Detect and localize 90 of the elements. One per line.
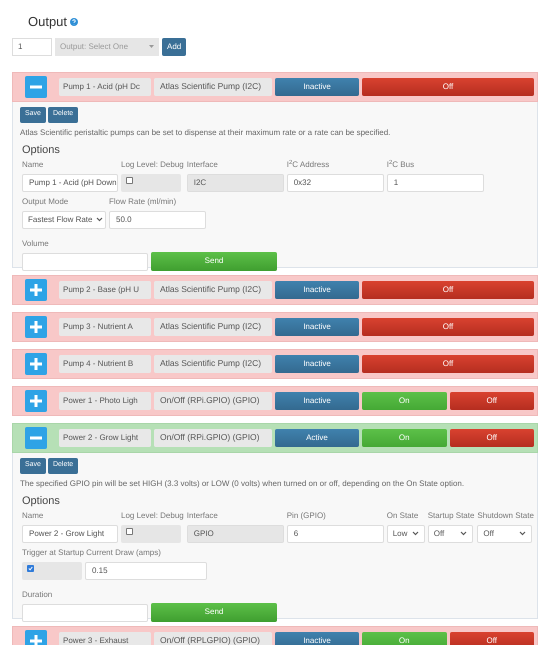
send-button[interactable]: Send bbox=[151, 252, 277, 270]
help-icon[interactable] bbox=[70, 18, 78, 26]
status-button[interactable]: Inactive bbox=[275, 354, 359, 372]
input-field[interactable]: 50.0 bbox=[109, 210, 206, 228]
plus-icon bbox=[29, 282, 43, 296]
name-field[interactable]: Pump 4 - Nutrient B bbox=[59, 354, 151, 372]
options-heading: Options bbox=[22, 494, 61, 508]
field-label: I$^{2}$C Address bbox=[286, 160, 330, 170]
off-button[interactable]: Off bbox=[450, 428, 534, 446]
input-field[interactable]: Pump 1 - Acid (pH Down bbox=[22, 174, 118, 192]
interface-field: GPIO bbox=[186, 524, 284, 542]
field-label: Name bbox=[22, 510, 44, 520]
type-field: On/Off (RPi.GPIO) (GPIO) bbox=[154, 392, 272, 410]
off-button[interactable]: Off bbox=[450, 392, 534, 410]
type-field: Atlas Scientific Pump (I2C) bbox=[154, 280, 272, 298]
type-field: Atlas Scientific Pump (I2C) bbox=[154, 354, 272, 372]
name-field[interactable]: Pump 1 - Acid (pH Dc bbox=[59, 78, 151, 96]
field-label: Pin (GPIO) bbox=[286, 510, 327, 520]
select-field[interactable]: Fastest Flow Rate bbox=[22, 210, 106, 228]
status-button[interactable]: Inactive bbox=[275, 280, 359, 298]
checkbox[interactable] bbox=[126, 528, 133, 534]
chevron-down-icon bbox=[460, 531, 467, 536]
field-label: On State bbox=[386, 510, 420, 520]
off-button[interactable]: Off bbox=[362, 318, 534, 336]
expand-button[interactable] bbox=[25, 278, 47, 300]
field-label: Interface bbox=[186, 160, 219, 170]
status-button[interactable]: Inactive bbox=[275, 632, 359, 645]
select-field[interactable]: Off bbox=[428, 524, 473, 542]
options-heading: Options bbox=[22, 144, 61, 156]
name-field[interactable]: Power 1 - Photo Ligh bbox=[59, 392, 151, 410]
plus-icon bbox=[29, 634, 43, 645]
field-label: Log Level: Debug bbox=[121, 160, 184, 170]
page-title: Output bbox=[28, 13, 68, 31]
interface-field: I2C bbox=[186, 174, 284, 192]
type-field: Atlas Scientific Pump (I2C) bbox=[154, 78, 272, 96]
description-text: The specified GPIO pin will be set HIGH (3.3 volts) or LOW (0 volts) when turned on or off, depending on the On State option. bbox=[20, 478, 466, 488]
expand-button[interactable] bbox=[25, 352, 47, 374]
expand-button[interactable] bbox=[25, 316, 47, 338]
field-label: Flow Rate (ml/min) bbox=[109, 196, 178, 206]
description-text: Atlas Scientific peristaltic pumps can be set to dispense at their maximum rate or a rate can be specified. bbox=[20, 128, 392, 138]
plus-icon bbox=[29, 356, 43, 370]
expand-button[interactable] bbox=[25, 630, 47, 645]
name-field[interactable]: Pump 2 - Base (pH U bbox=[59, 280, 151, 298]
field-label: I$^{2}$C Bus bbox=[386, 160, 416, 170]
status-button[interactable]: Inactive bbox=[275, 318, 359, 336]
type-field: Atlas Scientific Pump (I2C) bbox=[154, 318, 272, 336]
plus-icon bbox=[29, 320, 43, 334]
collapse-button[interactable] bbox=[25, 76, 47, 98]
collapse-button[interactable] bbox=[25, 426, 47, 448]
field-label: Trigger at Startup Current Draw (amps) bbox=[22, 548, 162, 558]
select-field[interactable]: Off bbox=[477, 524, 532, 542]
off-button[interactable]: Off bbox=[362, 354, 534, 372]
input-field[interactable]: Power 2 - Grow Light bbox=[22, 524, 118, 542]
field-label: Output Mode bbox=[22, 196, 70, 206]
name-field[interactable]: Power 2 - Grow Light bbox=[59, 428, 151, 446]
type-field: On/Off (RPi.GPIO) (GPIO) bbox=[154, 428, 272, 446]
chevron-down-icon bbox=[412, 531, 419, 536]
checkbox[interactable] bbox=[126, 176, 133, 184]
field-label: Interface bbox=[186, 510, 219, 520]
status-button[interactable]: Inactive bbox=[275, 392, 359, 410]
input-field[interactable] bbox=[22, 604, 148, 622]
expand-button[interactable] bbox=[25, 390, 47, 412]
plus-icon bbox=[29, 394, 43, 408]
select-field[interactable]: Low bbox=[386, 524, 425, 542]
input-field[interactable]: 6 bbox=[286, 524, 384, 542]
type-field: On/Off (RPLGPIO) (GPIO) bbox=[154, 632, 272, 645]
send-button[interactable]: Send bbox=[151, 602, 277, 622]
field-label: Log Level: Debug bbox=[121, 510, 184, 520]
field-label: Shutdown State bbox=[477, 510, 534, 520]
input-field[interactable]: 1 bbox=[386, 174, 484, 192]
field-label: Name bbox=[22, 160, 44, 170]
off-button[interactable]: Off bbox=[362, 78, 534, 96]
caret-icon bbox=[149, 45, 154, 48]
status-button[interactable]: Active bbox=[275, 428, 359, 446]
chevron-down-icon bbox=[519, 531, 526, 536]
off-button[interactable]: Off bbox=[450, 632, 534, 645]
field-label: Volume bbox=[22, 238, 50, 248]
input-field[interactable]: 0x32 bbox=[286, 174, 384, 192]
chevron-down-icon bbox=[96, 217, 104, 222]
name-field[interactable]: Power 3 - Exhaust bbox=[59, 632, 151, 645]
off-button[interactable]: Off bbox=[362, 280, 534, 298]
name-field[interactable]: Pump 3 - Nutrient A bbox=[59, 318, 151, 336]
checkbox[interactable] bbox=[27, 564, 34, 572]
number-field[interactable]: 1 bbox=[12, 38, 52, 56]
status-button[interactable]: Inactive bbox=[275, 78, 359, 96]
input-field[interactable] bbox=[22, 252, 148, 270]
input-field[interactable]: 0.15 bbox=[85, 562, 207, 580]
add-button[interactable]: Add bbox=[162, 38, 186, 56]
field-label: Startup State bbox=[428, 510, 474, 520]
field-label: Duration bbox=[22, 590, 54, 600]
